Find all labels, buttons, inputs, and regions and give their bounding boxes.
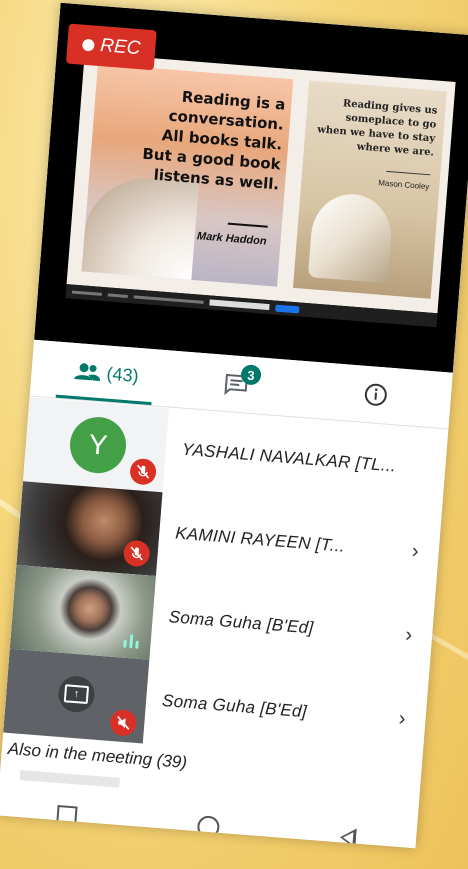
participant-tile: Y: [22, 397, 170, 493]
toolbar-tools: [133, 294, 204, 304]
phone-screen: REC Reading is a conversation. All books…: [0, 2, 468, 849]
quote-divider: [386, 170, 431, 176]
people-icon: [74, 363, 101, 382]
quote-1-text: Reading is a conversation. All books tal…: [141, 87, 287, 194]
participant-video: [9, 565, 156, 660]
book-image: [307, 191, 395, 284]
participant-video: [16, 481, 163, 577]
record-dot-icon: [81, 38, 95, 52]
quote-card-1: Reading is a conversation. All books tal…: [81, 63, 294, 287]
toolbar-stop-button: [275, 304, 300, 313]
mic-off-icon: [129, 457, 158, 486]
recording-label: REC: [99, 35, 142, 60]
avatar: Y: [67, 414, 129, 476]
toolbar-controls: [71, 290, 103, 296]
info-icon: [364, 383, 387, 406]
tab-info[interactable]: [329, 363, 423, 426]
people-count: (43): [105, 363, 140, 386]
chevron-right-icon[interactable]: ›: [404, 624, 413, 647]
tab-chat[interactable]: 3: [189, 352, 283, 415]
quote-card-2: Reading gives us someplace to go when we…: [292, 80, 447, 299]
participant-name: Soma Guha [B'Ed]: [168, 607, 315, 638]
book-image: [81, 173, 199, 280]
participant-name: YASHALI NAVALKAR [TL...: [181, 439, 397, 476]
chevron-right-icon[interactable]: ›: [398, 708, 406, 731]
recording-badge: REC: [65, 23, 157, 71]
recents-icon[interactable]: [56, 805, 78, 827]
participant-name: KAMINI RAYEEN [T...: [174, 523, 346, 556]
mic-off-icon: [109, 708, 138, 737]
audio-level-icon: [123, 634, 139, 649]
quote-1-author: Mark Haddon: [196, 230, 267, 248]
quote-2-author: Mason Cooley: [377, 178, 430, 192]
present-screen-icon: ↑: [57, 674, 96, 714]
chevron-right-icon[interactable]: ›: [411, 540, 419, 563]
tab-people[interactable]: (43): [50, 341, 164, 406]
toolbar-link-field: [209, 299, 270, 311]
mic-off-icon: [122, 539, 151, 568]
participant-tile: ↑: [3, 648, 150, 744]
quote-divider: [227, 222, 268, 228]
home-icon[interactable]: [196, 815, 221, 839]
quote-2-text: Reading gives us someplace to go when we…: [316, 98, 438, 159]
back-icon[interactable]: [338, 827, 357, 849]
system-nav-bar: [0, 780, 419, 849]
video-area: REC Reading is a conversation. All books…: [34, 2, 468, 373]
chat-unread-badge: 3: [240, 364, 262, 386]
toolbar-zoom: [107, 292, 128, 298]
participant-name: Soma Guha [B'Ed]: [161, 690, 308, 722]
shared-slide: Reading is a conversation. All books tal…: [66, 52, 456, 314]
